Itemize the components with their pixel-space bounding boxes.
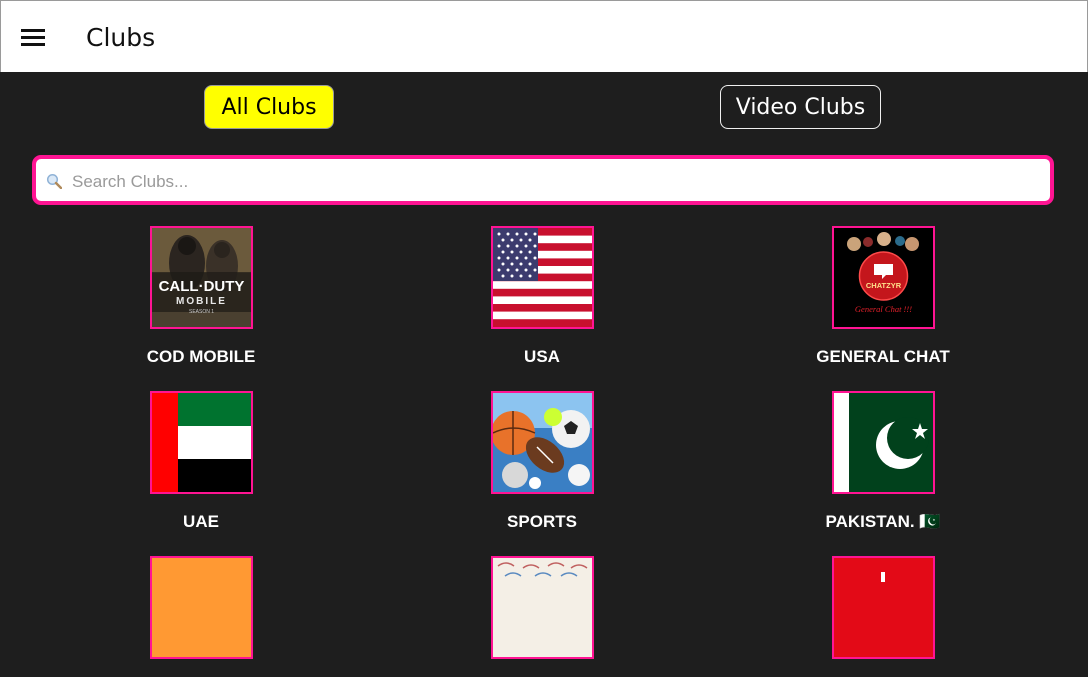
search-input[interactable] xyxy=(70,167,1034,197)
orange-thumbnail xyxy=(149,556,253,659)
club-item-8[interactable] xyxy=(442,556,642,677)
pattern-thumbnail xyxy=(490,556,594,659)
magnifier-icon xyxy=(46,173,62,189)
club-label: GENERAL CHAT xyxy=(816,347,950,366)
sports-balls-thumbnail xyxy=(490,391,594,494)
page-title: Clubs xyxy=(86,23,156,52)
club-usa[interactable]: USA xyxy=(442,226,642,367)
club-general-chat[interactable]: CHATZYR General Chat !!! GENERAL CHAT xyxy=(783,226,983,367)
club-pakistan[interactable]: PAKISTAN. 🇵🇰 xyxy=(783,391,983,532)
red-thumbnail xyxy=(831,556,935,659)
cod-logo-text: CALL·DUTY xyxy=(158,278,244,295)
club-label: PAKISTAN. 🇵🇰 xyxy=(825,512,941,531)
tab-all-clubs[interactable]: All Clubs xyxy=(204,85,334,129)
general-chat-thumbnail: CHATZYR General Chat !!! xyxy=(831,226,935,329)
general-chat-logo-text: CHATZYR xyxy=(865,281,901,290)
club-uae[interactable]: UAE xyxy=(101,391,301,532)
club-label: COD MOBILE xyxy=(146,347,256,366)
club-sports[interactable]: SPORTS xyxy=(442,391,642,532)
club-item-9[interactable] xyxy=(783,556,983,677)
cod-logo-subtext: MOBILE xyxy=(176,296,227,307)
hamburger-menu-icon[interactable] xyxy=(21,29,45,47)
club-label: SPORTS xyxy=(507,512,577,531)
club-item-7[interactable] xyxy=(101,556,301,677)
club-cod-mobile[interactable]: CALL·DUTY MOBILE SEASON 1 COD MOBILE xyxy=(101,226,301,367)
app-bar: Clubs xyxy=(0,0,1088,72)
tab-video-clubs[interactable]: Video Clubs xyxy=(720,85,881,129)
search-box[interactable] xyxy=(32,155,1054,205)
cod-logo-season: SEASON 1 xyxy=(188,309,213,315)
general-chat-caption: General Chat !!! xyxy=(854,304,911,314)
club-label: UAE xyxy=(183,512,219,531)
pakistan-flag xyxy=(831,391,935,494)
cod-mobile-thumbnail: CALL·DUTY MOBILE SEASON 1 xyxy=(149,226,253,329)
usa-flag xyxy=(490,226,594,329)
club-label: USA xyxy=(524,347,560,366)
uae-flag xyxy=(149,391,253,494)
